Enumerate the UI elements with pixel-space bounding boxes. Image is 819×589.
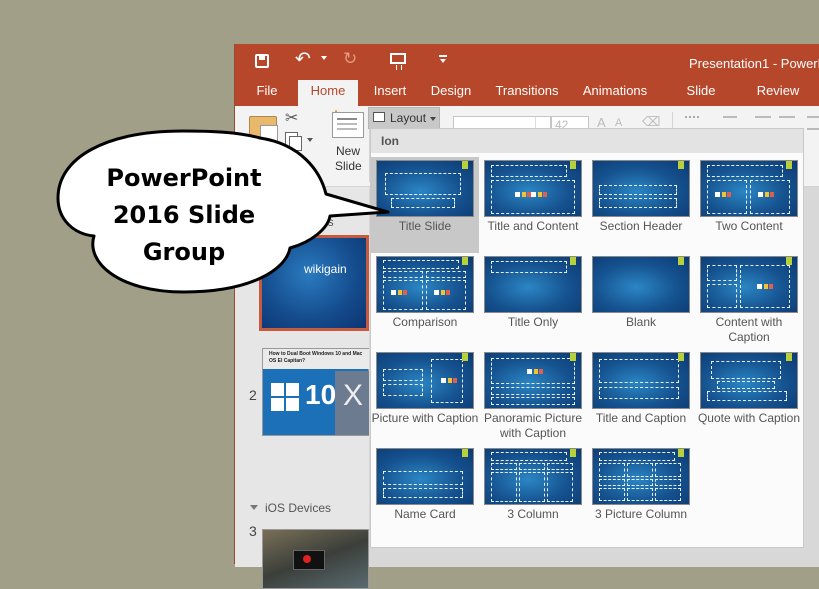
layout-name: Title and Content (487, 219, 579, 233)
tab-insert[interactable]: Insert (369, 80, 411, 106)
layout-title-and-content[interactable]: Title and Content (479, 157, 587, 253)
layout-two-content[interactable]: Two Content (695, 157, 803, 253)
ribbon-tabs: File Home Insert Design Transitions Anim… (235, 80, 819, 120)
copy-dropdown-icon[interactable] (307, 138, 313, 142)
slide-thumbnail-3[interactable] (262, 529, 369, 589)
layout-thumbnail (700, 160, 798, 217)
layout-thumbnail (700, 256, 798, 313)
layout-thumbnail (592, 160, 690, 217)
chevron-down-icon (430, 117, 436, 121)
collapse-section-icon[interactable] (250, 505, 258, 510)
paste-icon[interactable] (249, 116, 278, 149)
layout-name: Title and Caption (595, 411, 687, 425)
layout-thumbnail (376, 256, 474, 313)
layout-name-card[interactable]: Name Card (371, 445, 479, 541)
slide-number: 3 (249, 523, 257, 539)
layout-name: Two Content (715, 219, 783, 233)
layout-name: Blank (625, 315, 657, 329)
line-spacing-icon[interactable] (807, 116, 819, 130)
new-slide-button[interactable]: New Slide (335, 144, 362, 174)
section-label-ios[interactable]: iOS Devices (265, 501, 331, 515)
layout-quote-with-caption[interactable]: Quote with Caption (695, 349, 803, 445)
layout-content-with-caption[interactable]: Content with Caption (695, 253, 803, 349)
layout-name: Picture with Caption (371, 411, 479, 425)
record-button-image (303, 555, 311, 563)
slide-caption: How to Dual Boot Windows 10 and Mac OS E… (263, 349, 369, 369)
tab-transitions[interactable]: Transitions (493, 80, 561, 106)
slide-thumbnail-2[interactable]: How to Dual Boot Windows 10 and Mac OS E… (262, 348, 369, 436)
document-title: Presentation1 - PowerPoint (689, 56, 819, 71)
windows-10-text: 10 (305, 379, 337, 410)
tab-animations[interactable]: Animations (580, 80, 650, 106)
new-slide-icon[interactable] (332, 112, 364, 138)
layout-name: Content with Caption (715, 315, 783, 344)
undo-icon[interactable]: ↶ (295, 48, 311, 70)
layout-label: Layout (390, 111, 427, 125)
slide-thumbnail-1[interactable]: wikigain (259, 235, 369, 331)
tab-file[interactable]: File (249, 80, 285, 106)
layout-name: 3 Column (507, 507, 559, 521)
layout-thumbnail (376, 448, 474, 505)
layout-name: Quote with Caption (697, 411, 801, 425)
osx-image: X (335, 371, 369, 435)
layout-thumbnail (376, 160, 474, 217)
copy-icon[interactable] (285, 132, 302, 151)
layout-name: Title Only (507, 315, 559, 329)
layout-thumbnail (484, 160, 582, 217)
title-bar: ↶ ↻ Presentation1 - PowerPoint (235, 44, 819, 80)
tab-home[interactable]: Home (298, 80, 358, 106)
layout-panoramic-picture-with-caption[interactable]: Panoramic Picture with Caption (479, 349, 587, 445)
layout-name: Panoramic Picture with Caption (483, 411, 583, 440)
layout-thumbnail (592, 256, 690, 313)
slide-number: 2 (249, 387, 257, 403)
layout-3-column[interactable]: 3 Column (479, 445, 587, 541)
section-label[interactable]: es (321, 215, 334, 229)
save-icon[interactable] (255, 54, 269, 68)
powerpoint-window: ↶ ↻ Presentation1 - PowerPoint File Home… (234, 44, 819, 589)
layout-name: 3 Picture Column (594, 507, 688, 521)
tab-slide-show[interactable]: Slide Show (669, 80, 733, 120)
layout-thumbnail (484, 352, 582, 409)
layout-button[interactable]: Layout (368, 107, 440, 129)
layout-thumbnail (484, 448, 582, 505)
cut-icon[interactable]: ✂ (285, 108, 298, 127)
layout-name: Section Header (599, 219, 683, 233)
layout-title-slide[interactable]: Title Slide (371, 157, 479, 253)
slide-watermark: wikigain (304, 262, 347, 276)
tab-review[interactable]: Review (754, 80, 802, 106)
undo-dropdown-icon[interactable] (321, 56, 327, 60)
layout-picture-with-caption[interactable]: Picture with Caption (371, 349, 479, 445)
layout-comparison[interactable]: Comparison (371, 253, 479, 349)
layout-thumbnail (700, 352, 798, 409)
layout-title-only[interactable]: Title Only (479, 253, 587, 349)
layout-3-picture-column[interactable]: 3 Picture Column (587, 445, 695, 541)
layout-thumbnail (484, 256, 582, 313)
layout-title-and-caption[interactable]: Title and Caption (587, 349, 695, 445)
layout-blank[interactable]: Blank (587, 253, 695, 349)
slide-thumbnail-pane[interactable]: es wikigain 2 How to Dual Boot Windows 1… (235, 187, 369, 589)
layout-gallery-dropdown: Ion Title Slide Title and Content Sectio… (370, 128, 804, 548)
layout-thumbnail (376, 352, 474, 409)
layout-section-header[interactable]: Section Header (587, 157, 695, 253)
redo-icon[interactable]: ↻ (343, 49, 357, 69)
gallery-theme-heading: Ion (371, 129, 803, 153)
layout-name: Comparison (392, 315, 458, 329)
customize-toolbar-icon[interactable] (439, 55, 447, 63)
start-from-beginning-icon[interactable] (390, 53, 406, 70)
layout-icon (373, 112, 385, 122)
windows-logo-icon (271, 383, 301, 413)
layout-name: Title Slide (398, 219, 452, 233)
layout-name: Name Card (394, 507, 456, 521)
layout-thumbnail (592, 352, 690, 409)
layout-thumbnail (592, 448, 690, 505)
osx-x-mark: X (343, 379, 364, 412)
tab-design[interactable]: Design (427, 80, 475, 106)
